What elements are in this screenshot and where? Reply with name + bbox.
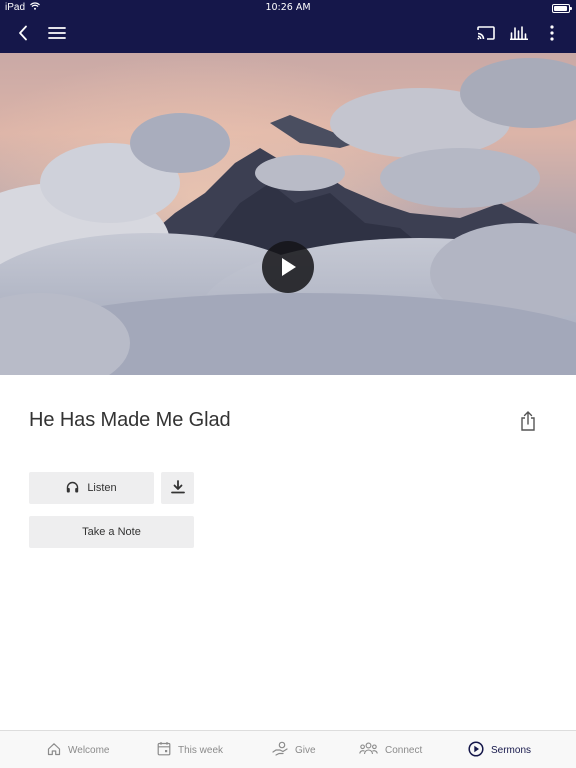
tab-sermons-label: Sermons — [491, 744, 532, 756]
share-icon — [520, 410, 536, 436]
share-button[interactable] — [516, 410, 540, 436]
status-bar: iPad 10:26 AM — [0, 0, 576, 16]
tab-give[interactable]: Give — [272, 731, 316, 768]
tab-this-week-label: This week — [178, 744, 224, 756]
top-app-bar — [0, 16, 576, 53]
tab-welcome[interactable]: Welcome — [47, 731, 110, 768]
app-screen: iPad 10:26 AM He Has Made Me Glad Listen… — [0, 0, 576, 768]
cast-icon — [477, 25, 495, 45]
people-icon — [359, 742, 378, 758]
hamburger-menu-icon — [48, 26, 66, 45]
more-options-button[interactable] — [539, 22, 565, 48]
calendar-icon — [157, 741, 171, 759]
play-circle-icon — [468, 740, 484, 760]
tab-connect-label: Connect — [385, 744, 423, 756]
give-hand-icon — [272, 741, 288, 759]
download-button[interactable] — [161, 472, 194, 504]
tab-welcome-label: Welcome — [68, 744, 110, 756]
menu-button[interactable] — [44, 22, 70, 48]
take-note-button[interactable]: Take a Note — [29, 516, 194, 548]
mountain-clouds-image — [0, 53, 576, 375]
listen-label: Listen — [87, 482, 117, 494]
tab-sermons[interactable]: Sermons — [468, 731, 531, 768]
equalizer-icon — [509, 25, 529, 45]
status-time: 10:26 AM — [265, 2, 311, 13]
headphones-icon — [66, 481, 79, 496]
back-chevron-icon — [17, 25, 29, 46]
listen-button[interactable]: Listen — [29, 472, 154, 504]
battery-icon — [552, 4, 572, 13]
back-button[interactable] — [10, 22, 36, 48]
sermon-title: He Has Made Me Glad — [29, 409, 231, 431]
home-icon — [47, 742, 61, 759]
tab-give-label: Give — [295, 744, 316, 756]
play-icon — [279, 257, 297, 277]
download-icon — [170, 479, 185, 497]
tab-connect[interactable]: Connect — [359, 731, 422, 768]
audio-levels-button[interactable] — [506, 22, 532, 48]
more-vertical-icon — [550, 24, 554, 46]
tab-this-week[interactable]: This week — [157, 731, 223, 768]
cast-button[interactable] — [473, 22, 499, 48]
sermon-video-thumbnail[interactable] — [0, 53, 576, 375]
bottom-tab-bar: Welcome This week Give Connect Sermons — [0, 730, 576, 768]
play-button[interactable] — [262, 241, 314, 293]
